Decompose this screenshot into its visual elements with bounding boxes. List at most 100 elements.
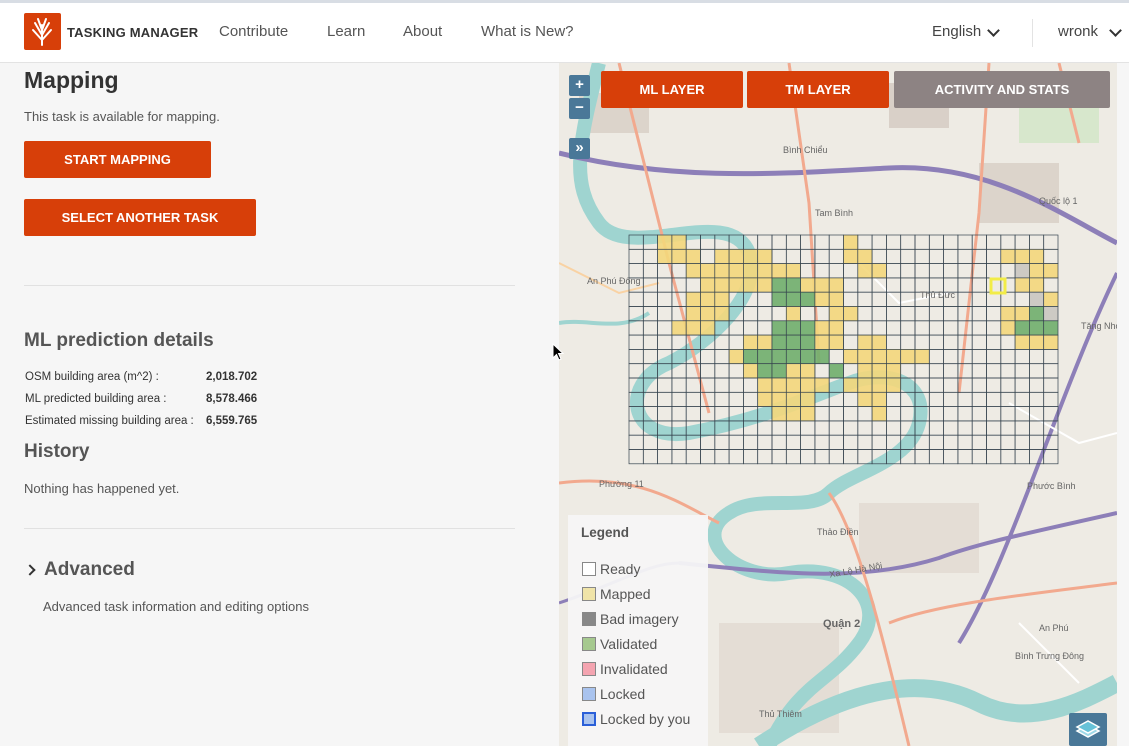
zoom-out-button[interactable]: − <box>569 98 590 119</box>
task-cell[interactable] <box>785 391 801 407</box>
ml-layer-button[interactable]: ML LAYER <box>601 71 743 108</box>
nav-whats-new[interactable]: What is New? <box>481 23 574 40</box>
task-cell[interactable] <box>757 377 773 393</box>
task-cell[interactable] <box>857 363 873 379</box>
task-cell[interactable] <box>785 334 801 350</box>
task-cell[interactable] <box>1000 320 1016 336</box>
task-cell[interactable] <box>714 306 730 322</box>
task-cell[interactable] <box>800 363 816 379</box>
task-cell[interactable] <box>685 263 701 279</box>
task-cell[interactable] <box>886 349 902 365</box>
task-cell[interactable] <box>771 349 787 365</box>
task-cell[interactable] <box>1014 320 1030 336</box>
task-cell[interactable] <box>857 349 873 365</box>
task-cell[interactable] <box>728 277 744 293</box>
task-cell[interactable] <box>771 406 787 422</box>
task-cell[interactable] <box>757 334 773 350</box>
task-cell[interactable] <box>657 248 673 264</box>
task-cell[interactable] <box>1029 291 1045 307</box>
task-cell[interactable] <box>757 391 773 407</box>
task-cell[interactable] <box>1029 248 1045 264</box>
task-cell[interactable] <box>785 277 801 293</box>
task-cell[interactable] <box>657 234 673 250</box>
task-cell[interactable] <box>871 349 887 365</box>
task-cell[interactable] <box>714 291 730 307</box>
tm-layer-button[interactable]: TM LAYER <box>747 71 889 108</box>
task-cell[interactable] <box>743 248 759 264</box>
task-cell[interactable] <box>771 320 787 336</box>
task-cell[interactable] <box>714 277 730 293</box>
brand-name[interactable]: TASKING MANAGER <box>67 25 198 40</box>
task-cell[interactable] <box>728 248 744 264</box>
task-cell[interactable] <box>685 306 701 322</box>
task-cell[interactable] <box>814 377 830 393</box>
task-cell[interactable] <box>800 377 816 393</box>
task-cell[interactable] <box>871 377 887 393</box>
task-cell[interactable] <box>1043 306 1059 322</box>
nav-contribute[interactable]: Contribute <box>219 23 288 40</box>
task-cell[interactable] <box>871 363 887 379</box>
task-cell[interactable] <box>871 391 887 407</box>
expand-map-button[interactable]: » <box>569 138 590 159</box>
task-cell[interactable] <box>1029 334 1045 350</box>
task-cell[interactable] <box>785 291 801 307</box>
task-cell[interactable] <box>700 320 716 336</box>
layers-icon[interactable] <box>1069 713 1107 746</box>
task-cell[interactable] <box>714 248 730 264</box>
task-map[interactable]: Bình Chiểu Quốc lộ 1 Tam Bình An Phú Đôn… <box>559 63 1117 746</box>
task-cell[interactable] <box>1029 277 1045 293</box>
task-cell[interactable] <box>743 263 759 279</box>
task-cell[interactable] <box>771 377 787 393</box>
language-chevron-down-icon[interactable] <box>987 24 1000 37</box>
task-cell[interactable] <box>828 291 844 307</box>
task-cell[interactable] <box>1043 320 1059 336</box>
task-cell[interactable] <box>886 377 902 393</box>
task-cell[interactable] <box>685 248 701 264</box>
task-cell[interactable] <box>1043 263 1059 279</box>
task-cell[interactable] <box>771 391 787 407</box>
task-cell[interactable] <box>857 334 873 350</box>
task-cell[interactable] <box>814 334 830 350</box>
task-cell[interactable] <box>671 320 687 336</box>
task-cell[interactable] <box>843 349 859 365</box>
task-cell[interactable] <box>785 377 801 393</box>
task-cell[interactable] <box>728 263 744 279</box>
task-cell[interactable] <box>700 263 716 279</box>
task-cell[interactable] <box>814 320 830 336</box>
task-cell[interactable] <box>1029 306 1045 322</box>
task-cell[interactable] <box>757 363 773 379</box>
task-cell[interactable] <box>857 377 873 393</box>
task-cell[interactable] <box>743 363 759 379</box>
task-cell[interactable] <box>785 306 801 322</box>
task-cell[interactable] <box>800 320 816 336</box>
task-cell[interactable] <box>1043 334 1059 350</box>
task-cell[interactable] <box>700 306 716 322</box>
task-cell[interactable] <box>800 406 816 422</box>
task-cell[interactable] <box>757 349 773 365</box>
task-cell[interactable] <box>828 320 844 336</box>
task-cell[interactable] <box>828 306 844 322</box>
task-cell[interactable] <box>800 334 816 350</box>
user-menu[interactable]: wronk <box>1058 23 1098 40</box>
task-cell[interactable] <box>871 406 887 422</box>
task-cell[interactable] <box>757 248 773 264</box>
task-cell[interactable] <box>871 263 887 279</box>
nav-learn[interactable]: Learn <box>327 23 365 40</box>
task-cell[interactable] <box>1000 248 1016 264</box>
task-cell[interactable] <box>785 263 801 279</box>
task-cell[interactable] <box>1014 277 1030 293</box>
task-cell[interactable] <box>728 349 744 365</box>
task-cell[interactable] <box>785 363 801 379</box>
activity-and-stats-button[interactable]: ACTIVITY AND STATS <box>894 71 1110 108</box>
advanced-toggle[interactable]: Advanced <box>44 559 135 581</box>
task-cell[interactable] <box>1043 291 1059 307</box>
task-cell[interactable] <box>800 391 816 407</box>
zoom-in-button[interactable]: + <box>569 75 590 96</box>
task-cell[interactable] <box>785 320 801 336</box>
task-cell[interactable] <box>1000 306 1016 322</box>
user-chevron-down-icon[interactable] <box>1109 24 1122 37</box>
task-cell[interactable] <box>857 263 873 279</box>
task-cell[interactable] <box>743 277 759 293</box>
task-cell[interactable] <box>886 363 902 379</box>
task-cell[interactable] <box>757 263 773 279</box>
